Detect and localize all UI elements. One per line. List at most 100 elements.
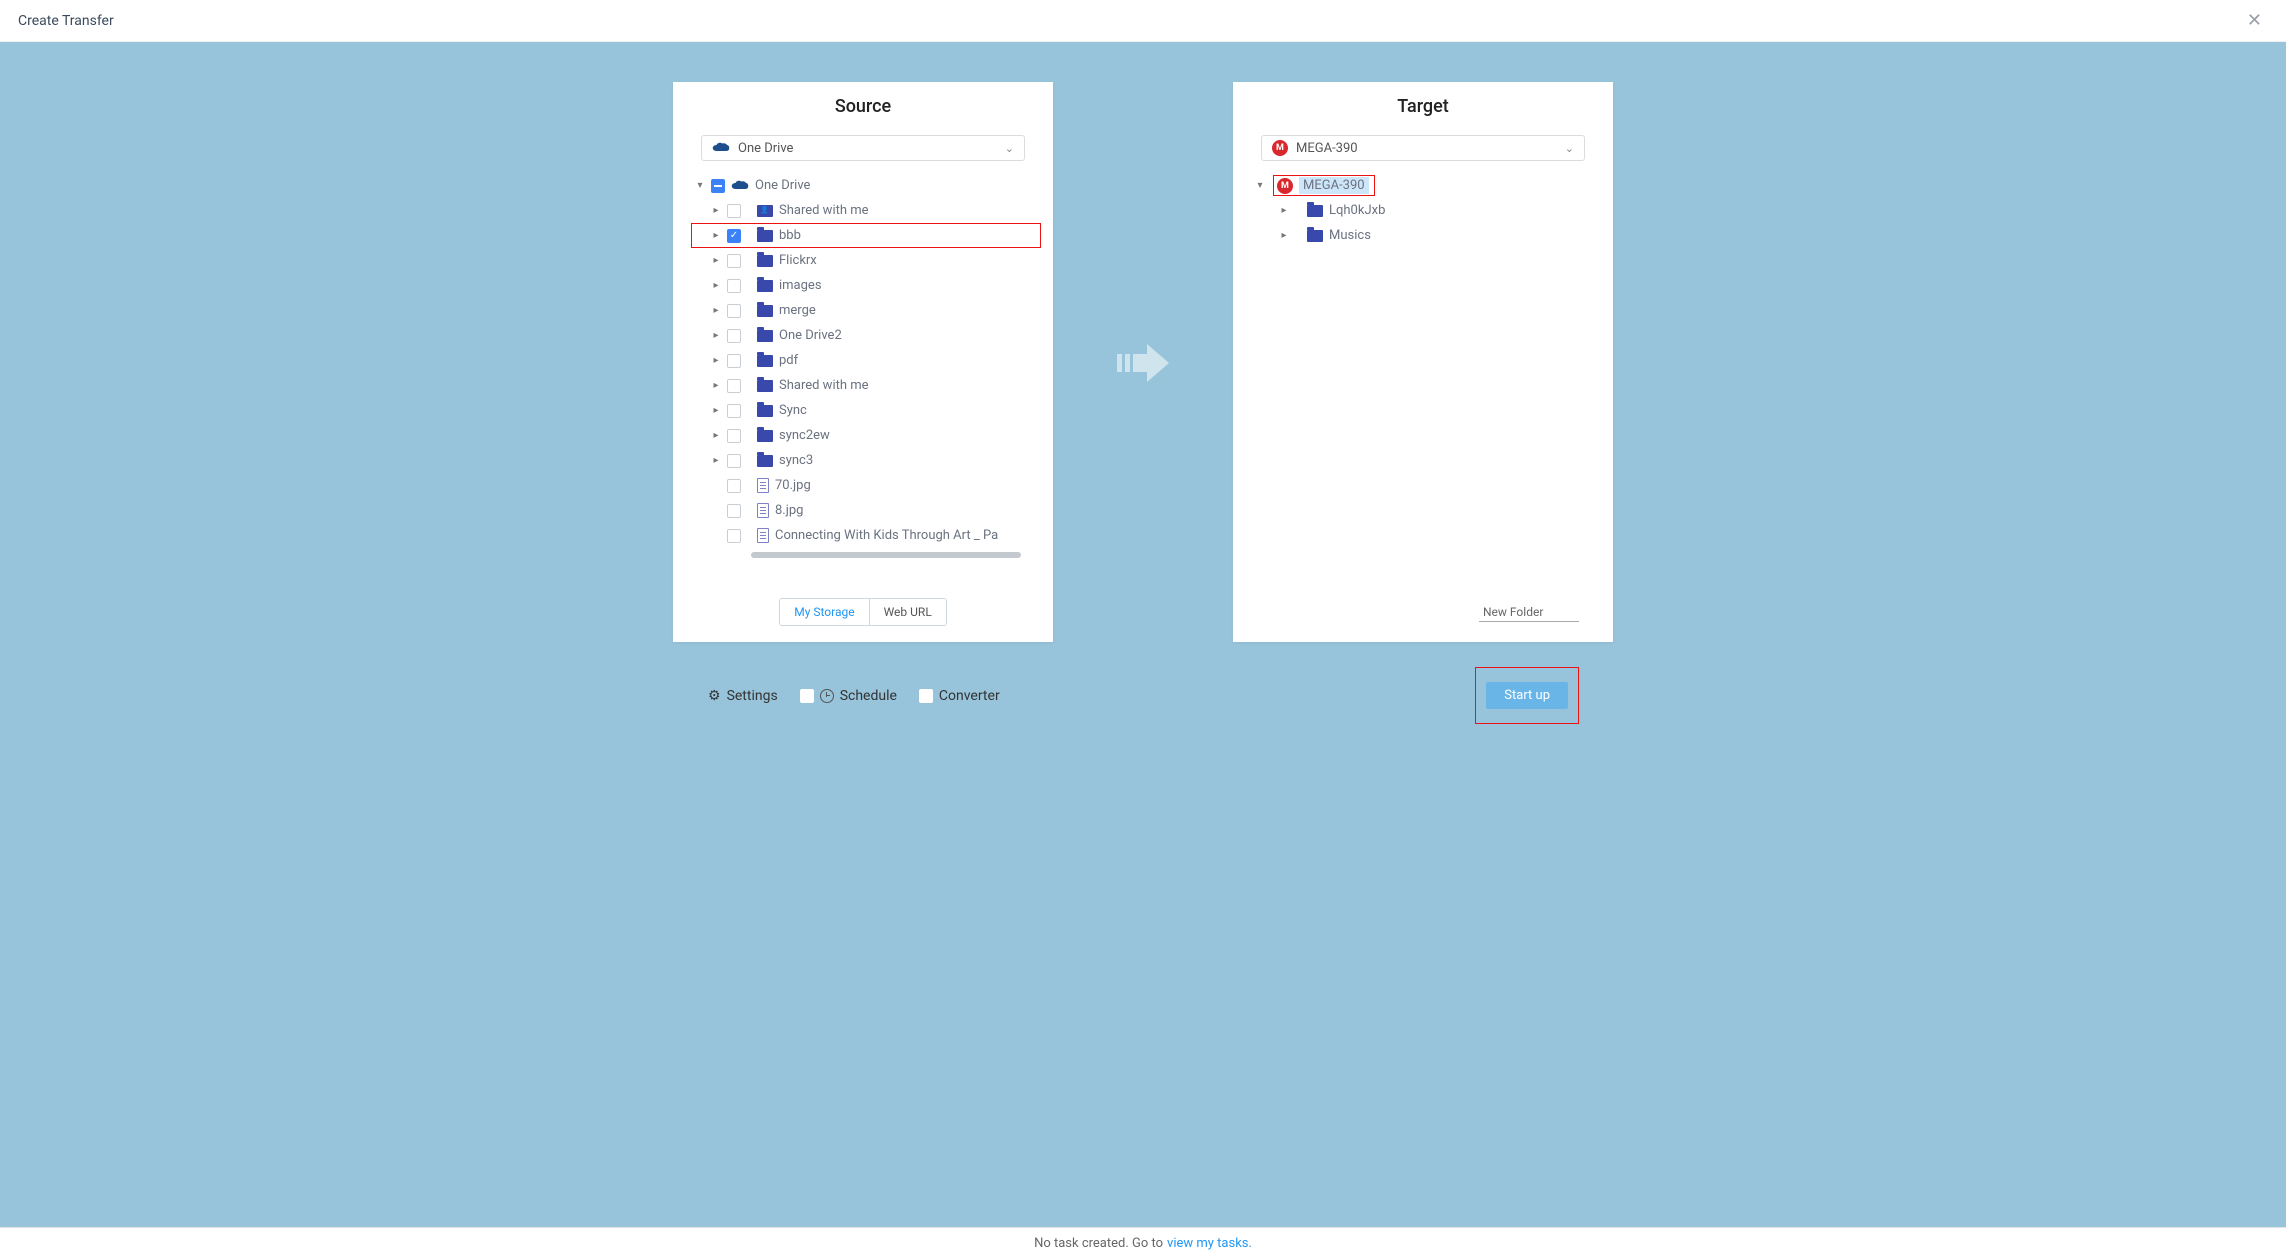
chevron-down-icon: ⌄ — [1565, 142, 1574, 155]
checkbox[interactable] — [711, 179, 725, 193]
source-tree[interactable]: ▾ One Drive ▸Shared with me▸bbb▸Flickrx▸… — [673, 167, 1053, 586]
tree-item-label: 70.jpg — [775, 478, 811, 493]
horizontal-scrollbar[interactable] — [751, 552, 1021, 558]
new-folder-button[interactable]: New Folder — [1479, 603, 1579, 622]
tree-file[interactable]: ▸Connecting With Kids Through Art _ Pa — [691, 523, 1041, 548]
checkbox[interactable] — [727, 404, 741, 418]
tree-item-label: Musics — [1329, 228, 1371, 243]
file-icon — [757, 528, 769, 543]
start-button[interactable]: Start up — [1486, 682, 1568, 709]
checkbox[interactable] — [727, 279, 741, 293]
tree-folder[interactable]: ▸ pdf — [691, 348, 1041, 373]
disclose-icon[interactable]: ▾ — [1255, 180, 1265, 191]
disclose-icon[interactable]: ▸ — [711, 205, 721, 216]
tree-root[interactable]: ▾ M MEGA-390 — [1251, 173, 1601, 198]
tree-item-label: Flickrx — [779, 253, 817, 268]
tree-folder[interactable]: ▸merge — [691, 298, 1041, 323]
gear-icon: ⚙ — [708, 688, 721, 704]
checkbox[interactable] — [727, 204, 741, 218]
tree-item-label: One Drive2 — [779, 328, 842, 343]
target-cloud-select[interactable]: M MEGA-390 ⌄ — [1261, 135, 1585, 161]
checkbox[interactable] — [727, 504, 741, 518]
checkbox[interactable] — [727, 429, 741, 443]
checkbox[interactable] — [727, 454, 741, 468]
target-tree[interactable]: ▾ M MEGA-390 ▸Lqh0kJxb▸Musics — [1233, 167, 1613, 593]
checkbox[interactable] — [727, 329, 741, 343]
source-title: Source — [673, 82, 1053, 125]
tree-item-label: images — [779, 278, 822, 293]
disclose-icon[interactable]: ▸ — [711, 305, 721, 316]
checkbox[interactable] — [727, 304, 741, 318]
tree-folder[interactable]: ▸sync2ew — [691, 423, 1041, 448]
folder-icon — [757, 280, 773, 292]
mega-icon: M — [1272, 140, 1288, 156]
tree-item-label: bbb — [779, 228, 801, 243]
target-panel: Target M MEGA-390 ⌄ ▾ M MEGA-390 ▸Lqh0kJ… — [1233, 82, 1613, 642]
transfer-arrow-icon — [1113, 332, 1173, 392]
tree-root[interactable]: ▾ One Drive — [691, 173, 1041, 198]
checkbox[interactable] — [727, 254, 741, 268]
file-icon — [757, 478, 769, 493]
tree-folder[interactable]: ▸Lqh0kJxb — [1251, 198, 1601, 223]
tree-item-label: Connecting With Kids Through Art _ Pa — [775, 528, 998, 543]
tree-folder[interactable]: ▸ Flickrx — [691, 248, 1041, 273]
close-icon[interactable]: ✕ — [2241, 6, 2268, 35]
onedrive-icon — [712, 142, 730, 154]
disclose-icon[interactable]: ▸ — [711, 230, 721, 241]
source-cloud-label: One Drive — [738, 141, 793, 156]
folder-icon — [757, 305, 773, 317]
disclose-icon[interactable]: ▸ — [711, 430, 721, 441]
disclose-icon[interactable]: ▸ — [711, 255, 721, 266]
tree-file[interactable]: ▸8.jpg — [691, 498, 1041, 523]
tree-folder[interactable]: ▸ images — [691, 273, 1041, 298]
target-cloud-label: MEGA-390 — [1296, 141, 1358, 156]
disclose-icon[interactable]: ▸ — [711, 330, 721, 341]
tree-folder[interactable]: ▸ sync3 — [691, 448, 1041, 473]
source-tabs: My Storage Web URL — [673, 586, 1053, 642]
checkbox[interactable] — [727, 479, 741, 493]
disclose-icon[interactable]: ▸ — [1279, 205, 1289, 216]
tree-folder[interactable]: ▸ Shared with me — [691, 373, 1041, 398]
tree-item-label: sync3 — [779, 453, 813, 468]
tree-item-label: Shared with me — [779, 378, 869, 393]
view-tasks-link[interactable]: view my tasks. — [1167, 1236, 1252, 1251]
file-icon — [757, 503, 769, 518]
tree-item-label: pdf — [779, 353, 798, 368]
settings-button[interactable]: ⚙ Settings — [708, 688, 778, 704]
checkbox[interactable] — [919, 689, 933, 703]
chevron-down-icon: ⌄ — [1005, 142, 1014, 155]
tree-folder[interactable]: ▸ Musics — [1251, 223, 1601, 248]
tree-file[interactable]: ▸70.jpg — [691, 473, 1041, 498]
tree-folder[interactable]: ▸ bbb — [691, 223, 1041, 248]
clock-icon — [820, 689, 834, 703]
checkbox[interactable] — [727, 354, 741, 368]
checkbox[interactable] — [800, 689, 814, 703]
startup-highlight: Start up — [1476, 668, 1578, 723]
tab-web-url[interactable]: Web URL — [869, 599, 946, 625]
disclose-icon[interactable]: ▸ — [711, 455, 721, 466]
tree-item-label: Sync — [779, 403, 807, 418]
checkbox[interactable] — [727, 529, 741, 543]
schedule-toggle[interactable]: Schedule — [800, 688, 897, 704]
checkbox[interactable] — [727, 229, 741, 243]
disclose-icon[interactable]: ▸ — [1279, 230, 1289, 241]
tree-folder[interactable]: ▸ Sync — [691, 398, 1041, 423]
folder-icon — [757, 230, 773, 242]
tree-item-label: 8.jpg — [775, 503, 803, 518]
tree-folder[interactable]: ▸ One Drive2 — [691, 323, 1041, 348]
checkbox[interactable] — [727, 379, 741, 393]
tree-folder[interactable]: ▸Shared with me — [691, 198, 1041, 223]
disclose-icon[interactable]: ▸ — [711, 405, 721, 416]
folder-icon — [757, 455, 773, 467]
disclose-icon[interactable]: ▸ — [711, 280, 721, 291]
onedrive-icon — [731, 180, 749, 192]
converter-toggle[interactable]: Converter — [919, 688, 1000, 704]
main-stage: Source One Drive ⌄ ▾ One Drive — [0, 42, 2286, 1227]
tree-root-label: One Drive — [755, 178, 810, 193]
disclose-icon[interactable]: ▸ — [711, 380, 721, 391]
tab-my-storage[interactable]: My Storage — [780, 599, 868, 625]
disclose-icon[interactable]: ▸ — [711, 355, 721, 366]
folder-icon — [757, 255, 773, 267]
disclose-icon[interactable]: ▾ — [695, 180, 705, 191]
source-cloud-select[interactable]: One Drive ⌄ — [701, 135, 1025, 161]
